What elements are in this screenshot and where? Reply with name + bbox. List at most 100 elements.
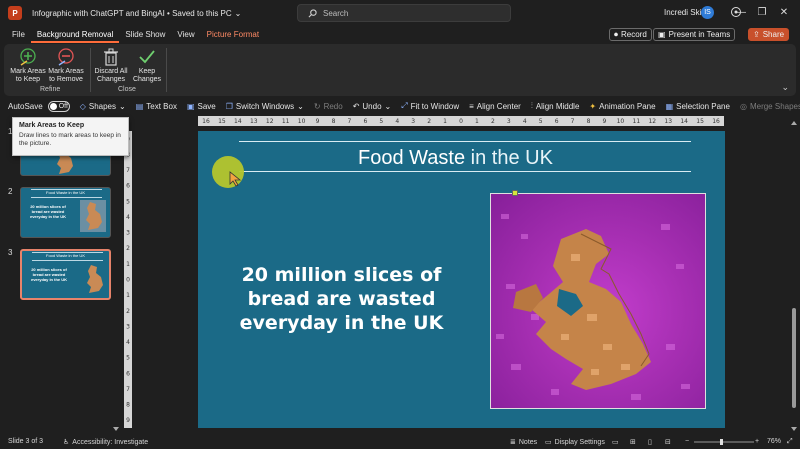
thumbnail-rule bbox=[32, 260, 103, 261]
ruler-tick-label: 0 bbox=[459, 118, 463, 125]
merge-shapes-button[interactable]: ◎ Merge Shapes ⌄ bbox=[740, 102, 800, 111]
slide-counter: Slide 3 of 3 bbox=[8, 438, 44, 445]
animation-pane-button[interactable]: ✦ Animation Pane bbox=[589, 102, 655, 111]
zoom-in-icon[interactable]: + bbox=[755, 438, 759, 445]
ruler-tick-label: 1 bbox=[475, 118, 479, 125]
selection-pane-button[interactable]: ▦ Selection Pane bbox=[666, 102, 730, 111]
slide-canvas[interactable]: Food Waste in the UK 20 million slices o… bbox=[198, 131, 725, 428]
trash-icon bbox=[93, 47, 129, 67]
search-input[interactable]: Search bbox=[297, 4, 511, 22]
slide-thumbnail-3[interactable]: Food Waste in the UK 20 million slices o… bbox=[20, 249, 111, 300]
slide-title-main: Food Waste bbox=[358, 147, 466, 169]
zoom-out-icon[interactable]: − bbox=[685, 438, 689, 445]
mark-areas-to-remove-button[interactable]: Mark Areas to Remove bbox=[48, 47, 84, 84]
zoom-level[interactable]: 76% bbox=[767, 438, 781, 445]
ruler-ticks: 9876543210123456789 bbox=[126, 136, 130, 424]
group-divider bbox=[90, 48, 91, 92]
tab-slide-show[interactable]: Slide Show bbox=[119, 26, 171, 43]
restore-icon[interactable]: ❐ bbox=[755, 6, 769, 20]
slide-title-rest: in the UK bbox=[465, 147, 553, 169]
display-settings-button[interactable]: ▭ Display Settings bbox=[545, 438, 605, 447]
thumbnail-rule bbox=[31, 189, 102, 190]
discard-all-changes-button[interactable]: Discard All Changes bbox=[93, 47, 129, 84]
bread-map-illustration bbox=[496, 214, 690, 400]
slide-number: 3 bbox=[8, 248, 13, 257]
selection-pane-label: Selection Pane bbox=[676, 101, 730, 111]
animation-pane-label: Animation Pane bbox=[599, 101, 656, 111]
share-button[interactable]: ⇪ Share bbox=[748, 28, 790, 41]
shapes-button[interactable]: ◇ Shapes ⌄ bbox=[80, 102, 126, 111]
notes-button[interactable]: ≣ Notes bbox=[510, 438, 538, 447]
document-title[interactable]: Infographic with ChatGPT and BingAI • Sa… bbox=[32, 9, 241, 18]
slide-show-icon[interactable]: ⊟ bbox=[665, 438, 671, 446]
fit-to-window-button[interactable]: ⤢ Fit to Window bbox=[401, 101, 459, 111]
ruler-tick-label: 3 bbox=[126, 230, 130, 237]
save-button[interactable]: ▣ Save bbox=[187, 102, 216, 111]
group-label-close: Close bbox=[118, 86, 136, 93]
thumbnail-scrollbar[interactable] bbox=[113, 120, 119, 432]
animation-pane-icon: ✦ bbox=[589, 101, 597, 111]
slide-thumbnail-2[interactable]: Food Waste in the UK 20 million slices o… bbox=[20, 187, 111, 238]
record-label: Record bbox=[621, 30, 647, 39]
ruler-tick-label: 16 bbox=[202, 118, 210, 125]
present-in-teams-button[interactable]: ▣ Present in Teams bbox=[653, 28, 736, 41]
ruler-tick-label: 14 bbox=[234, 118, 242, 125]
ruler-tick-label: 6 bbox=[126, 370, 130, 377]
text-box-button[interactable]: ▤ Text Box bbox=[136, 102, 177, 111]
align-middle-button[interactable]: ⫶ Align Middle bbox=[531, 101, 580, 111]
chevron-down-icon: ⌄ bbox=[119, 101, 126, 111]
tab-file[interactable]: File bbox=[6, 26, 31, 43]
ruler-tick-label: 7 bbox=[126, 167, 130, 174]
collapse-ribbon-icon[interactable]: ⌄ bbox=[781, 82, 789, 93]
avatar[interactable]: IS bbox=[701, 6, 714, 19]
display-settings-label: Display Settings bbox=[554, 438, 605, 446]
mark-remove-icon bbox=[48, 47, 84, 67]
user-name[interactable]: Incredi Skill bbox=[664, 8, 705, 17]
toggle-switch[interactable]: Off bbox=[47, 100, 70, 112]
autosave-toggle[interactable]: AutoSave Off bbox=[8, 100, 70, 112]
accessibility-button[interactable]: ♿ Accessibility: Investigate bbox=[63, 438, 148, 447]
ruler-tick-label: 5 bbox=[126, 355, 130, 362]
minimize-icon[interactable]: — bbox=[734, 6, 748, 20]
undo-label: Undo bbox=[362, 101, 382, 111]
ruler-tick-label: 2 bbox=[126, 245, 130, 252]
normal-view-icon[interactable]: ▭ bbox=[612, 438, 619, 446]
ruler-tick-label: 10 bbox=[298, 118, 306, 125]
mark-remove-label: Mark Areas to Remove bbox=[48, 68, 84, 83]
switch-windows-button[interactable]: ❐ Switch Windows ⌄ bbox=[226, 102, 304, 111]
slide-title[interactable]: Food Waste in the UK bbox=[358, 147, 553, 170]
undo-button[interactable]: ↶ Undo ⌄ bbox=[353, 102, 392, 111]
slide-number: 2 bbox=[8, 187, 13, 196]
rotation-handle[interactable] bbox=[512, 190, 518, 196]
align-center-button[interactable]: ≡ Align Center bbox=[469, 102, 521, 111]
ruler-tick-label: 4 bbox=[395, 118, 399, 125]
tab-picture-format[interactable]: Picture Format bbox=[201, 26, 265, 43]
horizontal-ruler[interactable]: 16 15 14 13 12 11 10 9 8 7 6 5 4 3 2 1 0 1 2 3 4 5 6 7 8 9 10 11 12 1… bbox=[198, 116, 724, 126]
ruler-tick-label: 8 bbox=[587, 118, 591, 125]
mark-areas-to-keep-button[interactable]: Mark Areas to Keep bbox=[10, 47, 46, 84]
keep-changes-button[interactable]: Keep Changes bbox=[129, 47, 165, 84]
tab-view[interactable]: View bbox=[171, 26, 200, 43]
uk-bread-map-picture[interactable] bbox=[490, 193, 706, 409]
close-icon[interactable]: ✕ bbox=[777, 6, 791, 20]
record-button[interactable]: ⏺ Record bbox=[609, 28, 652, 41]
reading-view-icon[interactable]: ▯ bbox=[648, 438, 652, 446]
redo-button[interactable]: ↻ Redo bbox=[314, 102, 343, 111]
ruler-tick-label: 2 bbox=[427, 118, 431, 125]
accessibility-icon: ♿ bbox=[63, 439, 70, 446]
vertical-scrollbar[interactable] bbox=[791, 120, 797, 432]
vertical-ruler[interactable]: 9876543210123456789 bbox=[124, 131, 132, 428]
fit-slide-icon[interactable]: ⤢ bbox=[787, 438, 793, 446]
title-rule-bottom bbox=[239, 171, 691, 172]
zoom-slider[interactable] bbox=[694, 439, 754, 445]
ruler-tick-label: 5 bbox=[539, 118, 543, 125]
slide-body-text[interactable]: 20 million slices of bread are wasted ev… bbox=[210, 263, 473, 335]
slide-sorter-icon[interactable]: ⊞ bbox=[630, 438, 636, 446]
share-label: Share bbox=[762, 30, 785, 39]
powerpoint-logo-icon: P bbox=[8, 6, 22, 20]
tab-background-removal[interactable]: Background Removal bbox=[30, 26, 120, 43]
ruler-tick-label: 6 bbox=[555, 118, 559, 125]
switch-windows-label: Switch Windows bbox=[235, 101, 295, 111]
notes-label: Notes bbox=[518, 438, 538, 446]
quick-access-toolbar: AutoSave Off ◇ Shapes ⌄ ▤ Text Box ▣ Sav… bbox=[0, 97, 800, 115]
